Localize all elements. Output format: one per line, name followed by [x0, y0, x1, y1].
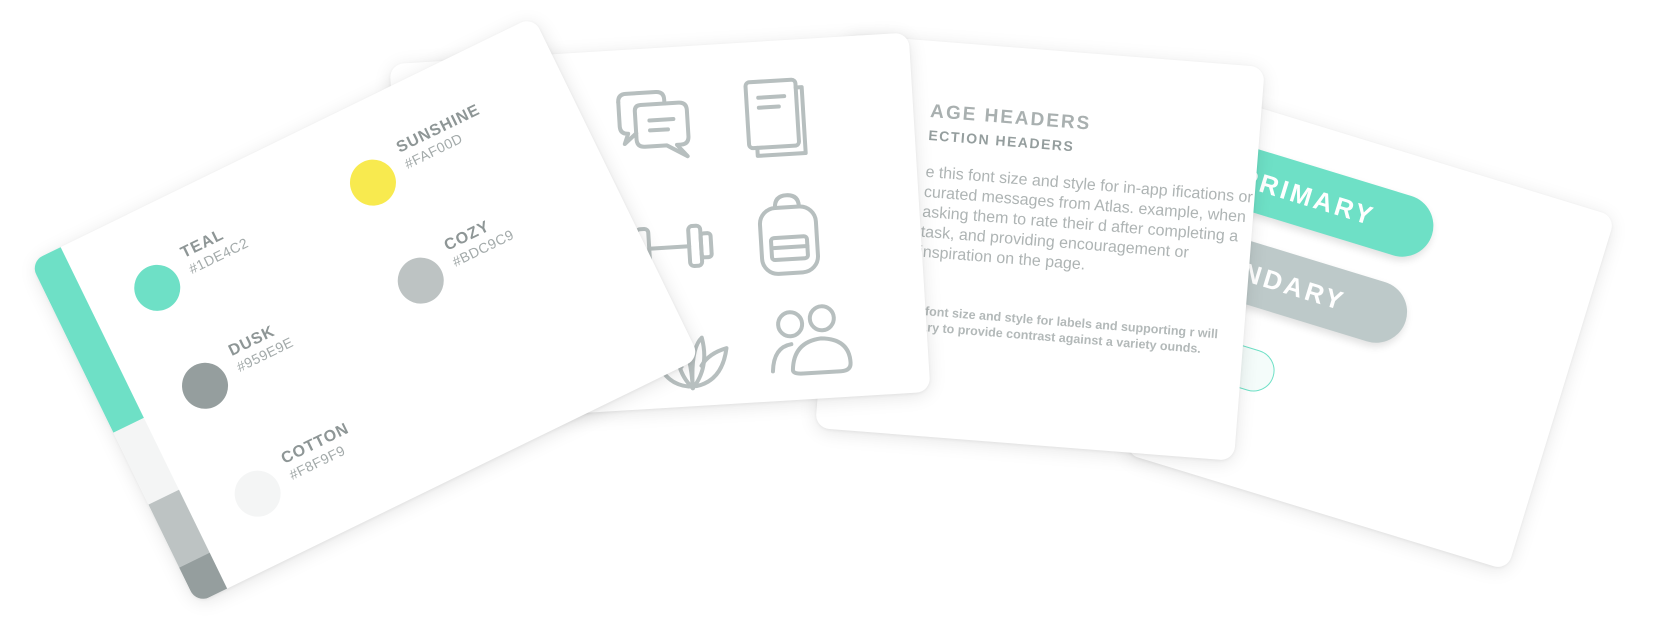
cozy-dot — [389, 249, 452, 312]
swatch-cotton: COTTON #F8F9F9 — [226, 420, 367, 525]
chat-bubbles-icon — [603, 77, 705, 179]
showcase-stage: PRIMARY CONDARY Selected elected AGE HEA… — [0, 0, 1676, 644]
swatch-sunshine: SUNSHINE #FAF00D — [342, 101, 498, 214]
swatch-teal: TEAL #1DE4C2 — [126, 223, 258, 319]
document-icon — [721, 68, 823, 170]
body-text-sample: e this font size and style for in-app if… — [918, 163, 1254, 274]
teal-dot — [126, 257, 189, 319]
strip-cotton — [113, 417, 179, 505]
cotton-dot — [226, 462, 289, 525]
strip-teal — [30, 247, 144, 433]
sunshine-dot — [342, 151, 404, 214]
backpack-icon — [738, 182, 840, 284]
swatch-cozy: COZY #BDC9C9 — [389, 215, 524, 312]
color-strip — [30, 247, 228, 604]
people-icon — [756, 292, 858, 394]
caption-text-sample: e font size and style for labels and sup… — [912, 303, 1219, 356]
dusk-dot — [174, 355, 236, 417]
swatch-dusk: DUSK #959E9E — [174, 322, 303, 417]
